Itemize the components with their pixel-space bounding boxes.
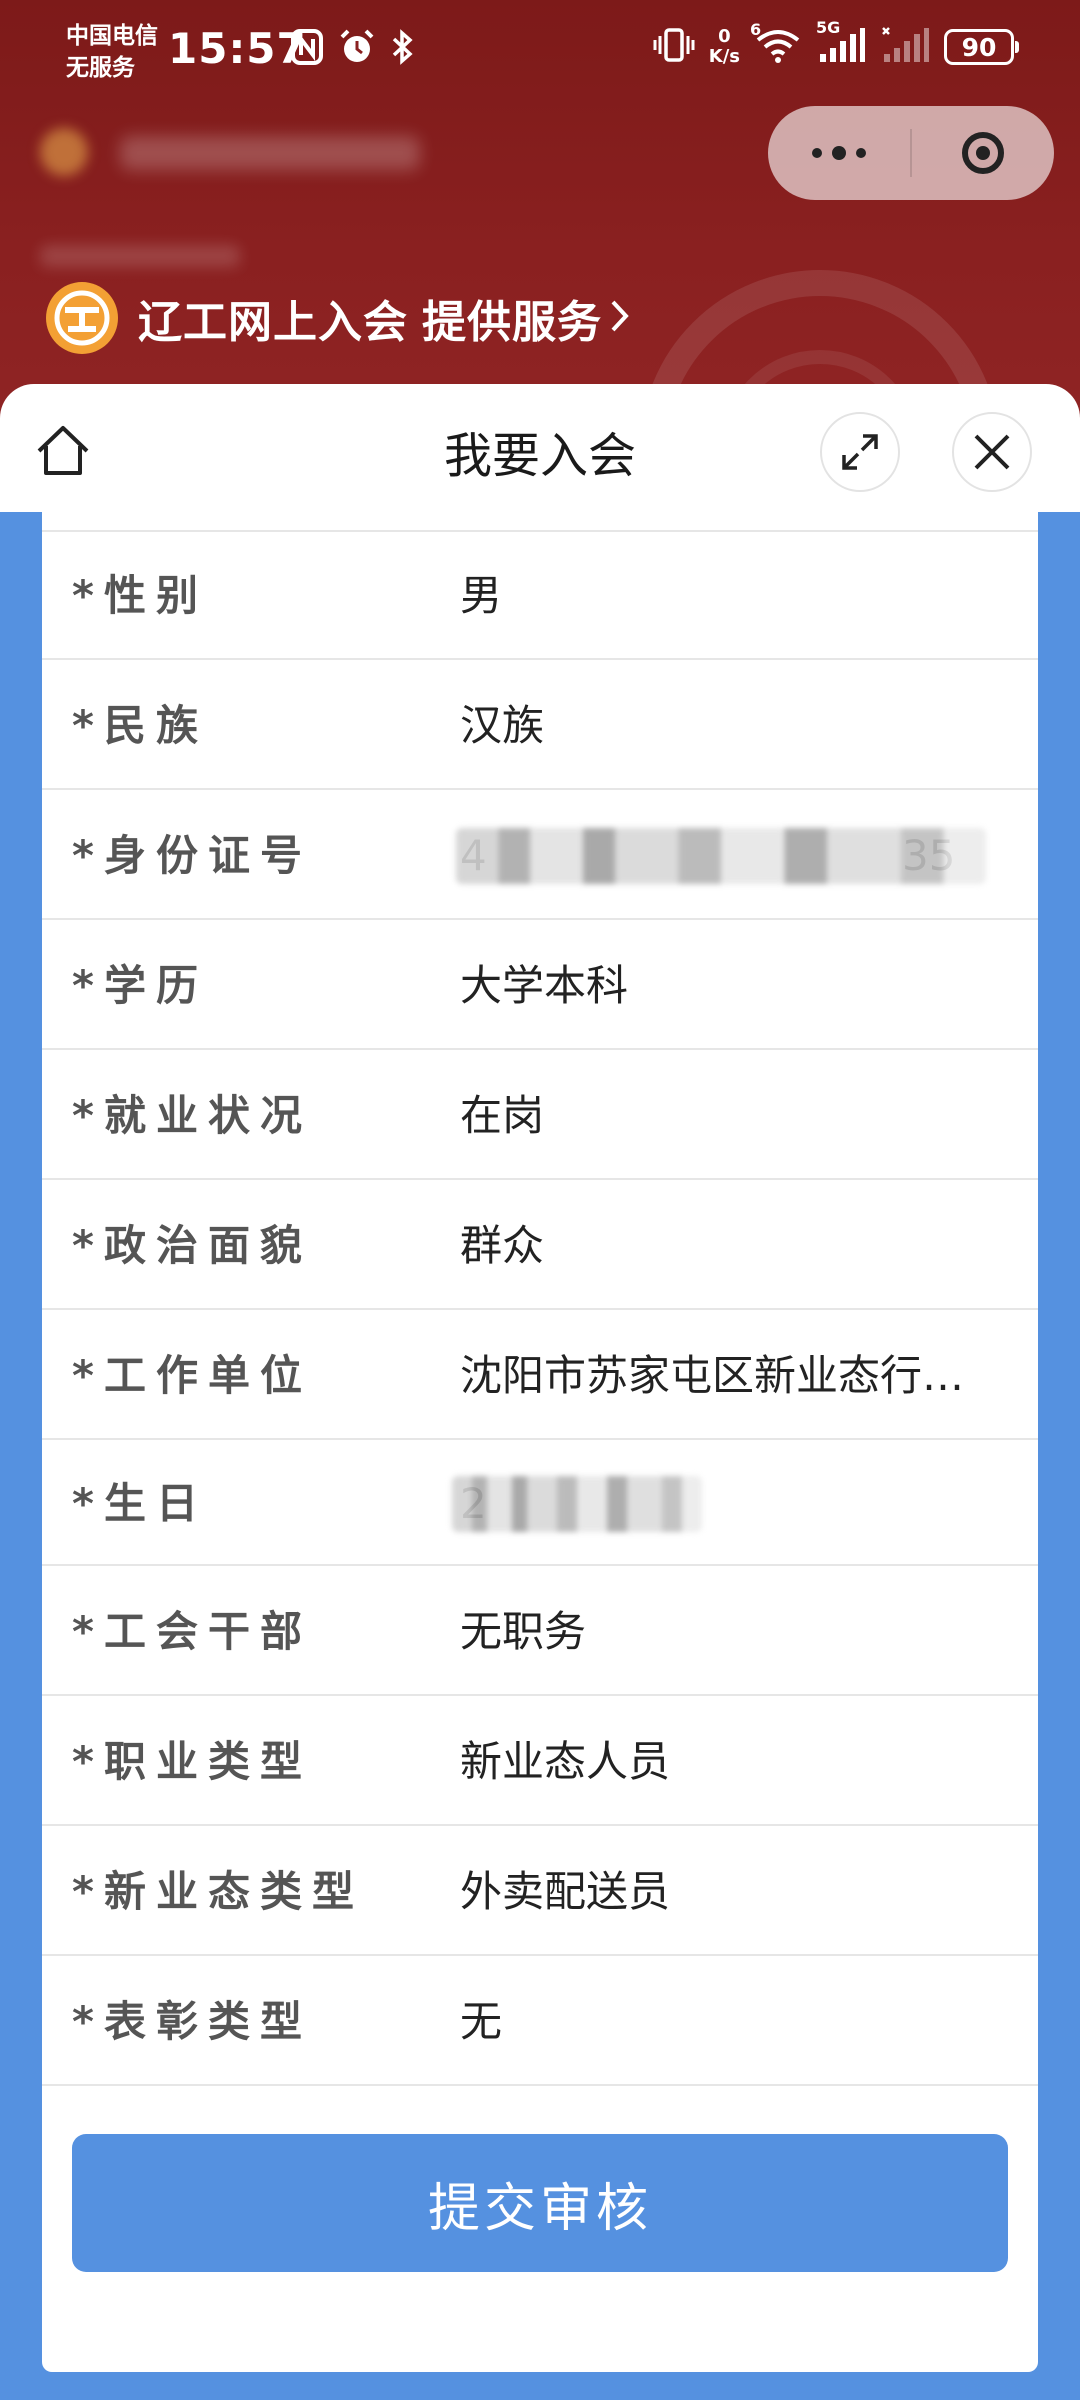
service-suffix: 提供服务 [422,297,602,348]
form-row-political-status[interactable]: *政治面貌 群众 [42,1182,1038,1310]
submit-button[interactable]: 提交审核 [72,2134,1008,2272]
form-row-ethnicity[interactable]: *民族 汉族 [42,662,1038,790]
more-dots-icon[interactable] [768,106,910,200]
carrier-info: 中国电信 无服务 [66,20,158,84]
status-right-icons: 0 K/s 6 5G 90 [653,18,1019,68]
row-value: 无职务 [460,1607,587,1656]
miniprogram-capsule [768,106,1054,200]
expand-icon [842,434,878,470]
form-row-union-cadre[interactable]: *工会干部 无职务 [42,1568,1038,1696]
row-label: *工会干部 [72,1607,312,1656]
alarm-icon [338,28,376,70]
target-icon [962,132,1004,174]
capsule-close-button[interactable] [912,106,1054,200]
carrier-name: 中国电信 [66,23,158,49]
status-left-icons [290,28,416,70]
form-row-commendation-type[interactable]: *表彰类型 无 [42,1958,1038,2086]
bluetooth-icon [390,28,416,70]
battery-indicator: 90 [944,29,1019,65]
form-row-new-business-type[interactable]: *新业态类型 外卖配送员 [42,1828,1038,1956]
blurred-title [40,128,440,176]
row-label: *工作单位 [72,1351,312,1400]
form-row-gender[interactable]: *性别 男 [42,532,1038,660]
vibrate-icon [653,26,695,68]
row-label: *政治面貌 [72,1221,312,1270]
form-row-workplace[interactable]: *工作单位 沈阳市苏家屯区新业态行… [42,1312,1038,1440]
row-value: 男 [460,571,503,620]
row-value: 新业态人员 [460,1737,671,1786]
close-button[interactable] [952,412,1032,492]
row-label: *就业状况 [72,1091,312,1140]
sheet-header: 我要入会 [0,384,1080,512]
union-logo-icon [46,282,118,354]
net-speed-unit: K/s [708,46,740,67]
row-value: 沈阳市苏家屯区新业态行… [460,1351,965,1400]
form-row-id-number[interactable]: *身份证号 4 35 [42,792,1038,920]
carrier-status: 无服务 [66,55,135,81]
row-label: *生日 [72,1479,208,1528]
row-label: *身份证号 [72,831,312,880]
row-label: *性别 [72,571,208,620]
status-bar: 中国电信 无服务 15:57 0 K/s 6 5G 90 [0,0,1080,110]
expand-button[interactable] [820,412,900,492]
row-label: *民族 [72,701,208,750]
row-label: *新业态类型 [72,1867,364,1916]
row-value: 大学本科 [460,961,629,1010]
chevron-right-icon [608,296,632,340]
wifi-badge: 6 [750,20,762,39]
row-value: 无 [460,1997,503,2046]
signal-empty-icon [880,26,930,68]
masked-overlay [456,828,986,884]
page-title: 我要入会 [443,428,636,484]
signal-badge: 5G [816,18,841,37]
service-name: 辽工网上入会 [138,297,408,348]
masked-overlay [452,1476,702,1532]
membership-form: *性别 男 *民族 汉族 *身份证号 4 35 *学历 大学本科 *就业状况 在… [42,512,1038,2372]
status-time: 15:57 [168,24,307,73]
blurred-subtitle [40,245,240,267]
form-row-employment[interactable]: *就业状况 在岗 [42,1052,1038,1180]
form-row-education[interactable]: *学历 大学本科 [42,922,1038,1050]
service-provider-link[interactable]: 辽工网上入会 提供服务 [46,282,632,354]
row-value: 在岗 [460,1091,545,1140]
form-row-occupation-type[interactable]: *职业类型 新业态人员 [42,1698,1038,1826]
net-speed-value: 0 [718,26,731,47]
row-label: *职业类型 [72,1737,312,1786]
net-speed: 0 K/s [709,27,740,67]
row-label: *表彰类型 [72,1997,312,2046]
row-label: *学历 [72,961,208,1010]
close-icon [974,434,1010,470]
row-value: 外卖配送员 [460,1867,671,1916]
row-value: 群众 [460,1221,545,1270]
form-row-birthday[interactable]: *生日 2 [42,1442,1038,1566]
row-value: 汉族 [460,701,545,750]
signal-5g-icon: 5G [816,18,866,68]
nfc-icon [290,28,324,70]
wifi-icon: 6 [750,20,802,68]
